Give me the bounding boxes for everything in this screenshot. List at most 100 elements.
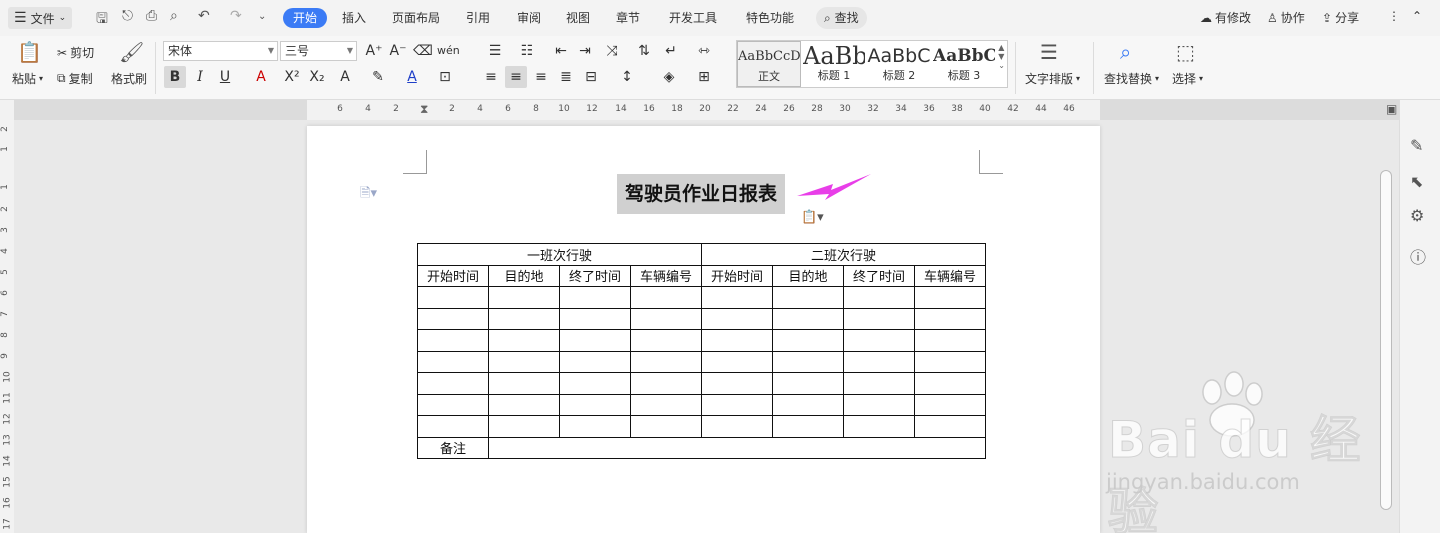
- table-cell[interactable]: [488, 329, 560, 352]
- table-cell[interactable]: [559, 350, 631, 373]
- table-cell[interactable]: [417, 372, 489, 395]
- table-cell[interactable]: [559, 393, 631, 416]
- table-cell[interactable]: [701, 372, 773, 395]
- table-cell[interactable]: [559, 286, 631, 309]
- style-heading-1[interactable]: AaBb 标题 1: [803, 41, 865, 87]
- undo-icon[interactable]: ↶: [198, 8, 210, 24]
- table-cell[interactable]: [630, 415, 702, 438]
- sort-icon[interactable]: ⇅: [633, 40, 655, 62]
- table-cell[interactable]: [843, 286, 915, 309]
- bullet-list-icon[interactable]: ☰: [484, 40, 506, 62]
- table-cell[interactable]: [914, 393, 986, 416]
- tab-review[interactable]: 审阅: [517, 8, 541, 28]
- table-cell[interactable]: [914, 415, 986, 438]
- table-cell[interactable]: [488, 415, 560, 438]
- copy-button[interactable]: ⧉ 复制: [57, 70, 93, 87]
- share-button[interactable]: ⇪ 分享: [1322, 9, 1359, 26]
- column-header[interactable]: 开始时间: [417, 264, 489, 287]
- align-left-icon[interactable]: ≡: [480, 66, 502, 88]
- strikethrough-icon[interactable]: A: [250, 66, 272, 88]
- settings-sliders-icon[interactable]: ⚙: [1410, 206, 1424, 225]
- table-cell[interactable]: [843, 393, 915, 416]
- tab-home[interactable]: 开始: [283, 8, 328, 28]
- subscript-icon[interactable]: X₂: [306, 66, 328, 88]
- table-cell[interactable]: [417, 329, 489, 352]
- distribute-icon[interactable]: ⊟: [580, 66, 602, 88]
- collab-button[interactable]: ♙ 协作: [1267, 9, 1305, 26]
- table-cell[interactable]: [417, 307, 489, 330]
- table-cell[interactable]: [559, 329, 631, 352]
- char-border-icon[interactable]: ⊡: [434, 66, 456, 88]
- redo-icon[interactable]: ↷: [230, 8, 242, 24]
- cut-button[interactable]: ✂ 剪切: [57, 44, 94, 61]
- select-button[interactable]: 选择 ▾: [1172, 70, 1203, 87]
- grow-font-icon[interactable]: A⁺: [363, 40, 385, 62]
- column-header[interactable]: 终了时间: [843, 264, 915, 287]
- file-menu-button[interactable]: ☰ 文件 ⌄: [8, 7, 73, 29]
- line-spacing-icon[interactable]: ↕: [616, 66, 638, 88]
- table-cell[interactable]: [843, 350, 915, 373]
- paste-button[interactable]: 粘贴 ▾: [12, 70, 43, 87]
- superscript-icon[interactable]: X²: [281, 66, 303, 88]
- table-cell[interactable]: [417, 350, 489, 373]
- borders-icon[interactable]: ⊞: [693, 66, 715, 88]
- shading-icon[interactable]: ◈: [658, 66, 680, 88]
- table-cell[interactable]: [914, 350, 986, 373]
- text-effect-icon[interactable]: A: [334, 66, 356, 88]
- italic-icon[interactable]: I: [189, 66, 211, 88]
- clear-format-icon[interactable]: ⌫: [412, 40, 434, 62]
- column-header[interactable]: 车辆编号: [630, 264, 702, 287]
- table-cell[interactable]: [630, 393, 702, 416]
- panel-toggle-icon[interactable]: ▣: [1386, 102, 1397, 116]
- table-cell[interactable]: [630, 329, 702, 352]
- print-preview-icon[interactable]: ⌕: [170, 8, 178, 24]
- table-cell[interactable]: [488, 286, 560, 309]
- table-cell[interactable]: [843, 415, 915, 438]
- column-header[interactable]: 目的地: [772, 264, 844, 287]
- report-table[interactable]: 一班次行驶 二班次行驶 开始时间 目的地 终了时间 车辆编号 开始时间 目的地 …: [417, 243, 986, 459]
- document-page[interactable]: 🗎▾ 驾驶员作业日报表 📋▾ 一班次行驶 二班次行驶 开始时间 目的地 终了时间…: [307, 126, 1100, 533]
- style-normal[interactable]: AaBbCcDd 正文: [737, 41, 801, 87]
- shrink-font-icon[interactable]: A⁻: [387, 40, 409, 62]
- table-cell[interactable]: [701, 350, 773, 373]
- table-cell[interactable]: [772, 415, 844, 438]
- column-header[interactable]: 开始时间: [701, 264, 773, 287]
- tab-insert[interactable]: 插入: [342, 8, 366, 28]
- print-icon[interactable]: ⎙: [146, 8, 157, 24]
- table-cell[interactable]: [914, 329, 986, 352]
- document-title[interactable]: 驾驶员作业日报表: [617, 174, 786, 214]
- table-cell[interactable]: [630, 350, 702, 373]
- table-cell[interactable]: [772, 286, 844, 309]
- save-icon[interactable]: 🖫: [96, 8, 108, 32]
- tab-features[interactable]: 特色功能: [746, 8, 794, 28]
- table-cell[interactable]: [843, 329, 915, 352]
- text-layout-button[interactable]: 文字排版 ▾: [1025, 70, 1080, 87]
- cursor-icon[interactable]: ⬉: [1410, 172, 1423, 191]
- highlight-icon[interactable]: ✎: [367, 66, 389, 88]
- underline-icon[interactable]: U: [214, 66, 236, 88]
- table-cell[interactable]: [559, 372, 631, 395]
- edit-icon[interactable]: ✎: [1410, 136, 1423, 155]
- tab-chapter[interactable]: 章节: [616, 8, 640, 28]
- table-cell[interactable]: [417, 286, 489, 309]
- collapse-ribbon-icon[interactable]: ⌃: [1412, 9, 1422, 23]
- table-cell[interactable]: [701, 307, 773, 330]
- find-replace-button[interactable]: 查找替换 ▾: [1104, 70, 1159, 87]
- tab-page-layout[interactable]: 页面布局: [392, 8, 440, 28]
- chinese-layout-icon[interactable]: ⤨: [601, 40, 623, 62]
- table-cell[interactable]: [701, 415, 773, 438]
- select-icon[interactable]: ⬚: [1176, 40, 1195, 64]
- search-tab[interactable]: ⌕ 查找: [816, 7, 867, 29]
- table-cell[interactable]: [772, 350, 844, 373]
- align-right-icon[interactable]: ≡: [530, 66, 552, 88]
- table-cell[interactable]: [701, 329, 773, 352]
- group-header-1[interactable]: 一班次行驶: [417, 243, 702, 266]
- table-cell[interactable]: [559, 415, 631, 438]
- tab-references[interactable]: 引用: [466, 8, 490, 28]
- tab-developer[interactable]: 开发工具: [669, 8, 717, 28]
- paste-options-icon[interactable]: 📋▾: [801, 210, 824, 225]
- table-cell[interactable]: [772, 372, 844, 395]
- font-name-select[interactable]: 宋体 ▼: [163, 41, 278, 61]
- table-cell[interactable]: [488, 372, 560, 395]
- table-cell[interactable]: [701, 286, 773, 309]
